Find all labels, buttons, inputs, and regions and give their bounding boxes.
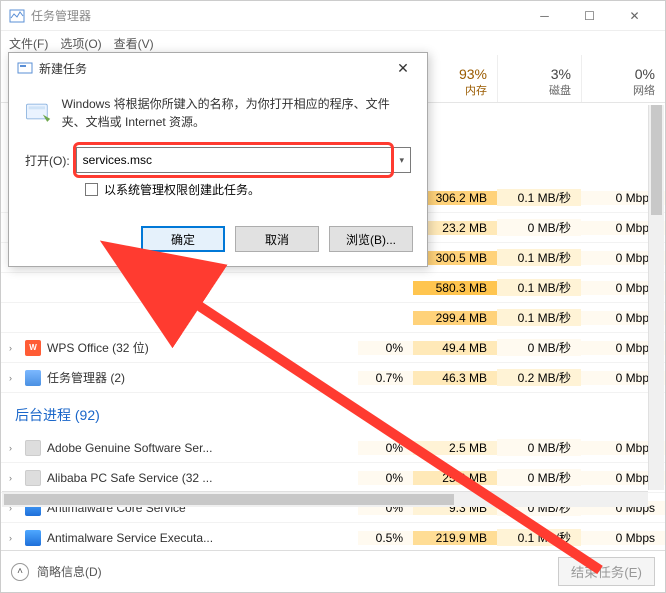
process-name: 任务管理器 (2) <box>47 369 125 386</box>
mem-cell: 219.9 MB <box>413 531 497 545</box>
scrollbar-thumb[interactable] <box>4 494 454 505</box>
open-label: 打开(O): <box>25 152 70 169</box>
memory-label: 内存 <box>465 82 487 98</box>
dialog-title: 新建任务 <box>39 60 387 77</box>
process-name-cell: › 任务管理器 (2) <box>1 369 358 386</box>
process-row[interactable]: 580.3 MB0.1 MB/秒0 Mbps <box>1 273 665 303</box>
app-icon <box>25 530 41 546</box>
process-name: WPS Office (32 位) <box>47 339 149 356</box>
mem-cell: 46.3 MB <box>413 371 497 385</box>
scrollbar-thumb[interactable] <box>651 105 662 215</box>
network-label: 网络 <box>633 82 655 98</box>
process-name-cell: › Antimalware Service Executa... <box>1 530 358 546</box>
dialog-description-row: Windows 将根据你所键入的名称，为你打开相应的程序、文件夹、文档或 Int… <box>25 95 411 131</box>
mem-cell: 2.5 MB <box>413 441 497 455</box>
disk-cell: 0.1 MB/秒 <box>497 249 581 266</box>
app-icon <box>25 470 41 486</box>
app-icon <box>25 440 41 456</box>
dialog-titlebar: 新建任务 ✕ <box>9 53 427 83</box>
open-row: 打开(O): services.msc ▾ <box>25 147 411 173</box>
memory-percent: 93% <box>459 66 487 82</box>
process-row[interactable]: 299.4 MB0.1 MB/秒0 Mbps <box>1 303 665 333</box>
process-row[interactable]: ›WWPS Office (32 位)0%49.4 MB0 MB/秒0 Mbps <box>1 333 665 363</box>
disk-cell: 0.1 MB/秒 <box>497 189 581 206</box>
expand-icon[interactable]: › <box>9 373 19 383</box>
expand-icon[interactable]: › <box>9 533 19 543</box>
window-buttons: ─ ☐ ✕ <box>522 1 657 30</box>
process-name-cell: › Adobe Genuine Software Ser... <box>1 440 358 456</box>
window-title: 任务管理器 <box>31 7 522 24</box>
admin-row: 以系统管理权限创建此任务。 <box>25 181 411 198</box>
cpu-cell: 0.7% <box>358 371 413 385</box>
chevron-up-icon: ˄ <box>11 563 29 581</box>
process-row[interactable]: › Adobe Genuine Software Ser... 0%2.5 MB0 … <box>1 433 665 463</box>
disk-cell: 0 MB/秒 <box>497 219 581 236</box>
close-button[interactable]: ✕ <box>612 1 657 30</box>
process-name: Adobe Genuine Software Ser... <box>47 441 212 455</box>
run-icon <box>17 60 33 76</box>
brief-info-label: 简略信息(D) <box>37 563 102 580</box>
menu-file[interactable]: 文件(F) <box>9 35 48 52</box>
expand-icon[interactable]: › <box>9 343 19 353</box>
net-cell: 0 Mbps <box>581 531 665 545</box>
group-background[interactable]: 后台进程 (92) <box>1 393 665 433</box>
titlebar: 任务管理器 ─ ☐ ✕ <box>1 1 665 31</box>
open-value: services.msc <box>83 153 400 167</box>
end-task-button[interactable]: 结束任务(E) <box>558 557 655 586</box>
disk-cell: 0.1 MB/秒 <box>497 529 581 546</box>
disk-cell: 0.1 MB/秒 <box>497 309 581 326</box>
dialog-description: Windows 将根据你所键入的名称，为你打开相应的程序、文件夹、文档或 Int… <box>62 95 411 131</box>
process-name: Antimalware Service Executa... <box>47 531 213 545</box>
run-program-icon <box>25 95 52 131</box>
cpu-cell: 0% <box>358 441 413 455</box>
process-row[interactable]: ›任务管理器 (2)0.7%46.3 MB0.2 MB/秒0 Mbps <box>1 363 665 393</box>
disk-percent: 3% <box>551 66 571 82</box>
cancel-button[interactable]: 取消 <box>235 226 319 252</box>
dialog-close-button[interactable]: ✕ <box>387 60 419 77</box>
menu-view[interactable]: 查看(V) <box>114 35 154 52</box>
network-percent: 0% <box>635 66 655 82</box>
column-network[interactable]: 0% 网络 <box>581 55 665 102</box>
browse-button[interactable]: 浏览(B)... <box>329 226 413 252</box>
column-disk[interactable]: 3% 磁盘 <box>497 55 581 102</box>
mem-cell: 25.0 MB <box>413 471 497 485</box>
task-manager-icon <box>9 8 25 24</box>
minimize-button[interactable]: ─ <box>522 1 567 30</box>
dialog-buttons: 确定 取消 浏览(B)... <box>9 216 427 266</box>
disk-cell: 0.2 MB/秒 <box>497 369 581 386</box>
run-dialog: 新建任务 ✕ Windows 将根据你所键入的名称，为你打开相应的程序、文件夹、… <box>8 52 428 267</box>
footer: ˄ 简略信息(D) 结束任务(E) <box>1 550 665 592</box>
admin-checkbox[interactable] <box>85 183 98 196</box>
process-row[interactable]: › Antimalware Service Executa... 0.5%219.9… <box>1 523 665 550</box>
expand-icon[interactable]: › <box>9 473 19 483</box>
open-combobox[interactable]: services.msc ▾ <box>76 147 411 173</box>
chevron-down-icon[interactable]: ▾ <box>399 155 404 166</box>
expand-icon[interactable]: › <box>9 443 19 453</box>
disk-label: 磁盘 <box>549 82 571 98</box>
maximize-button[interactable]: ☐ <box>567 1 612 30</box>
vertical-scrollbar[interactable] <box>648 105 664 490</box>
disk-cell: 0 MB/秒 <box>497 339 581 356</box>
disk-cell: 0 MB/秒 <box>497 439 581 456</box>
admin-label: 以系统管理权限创建此任务。 <box>104 181 260 198</box>
app-icon <box>25 370 41 386</box>
mem-cell: 299.4 MB <box>413 311 497 325</box>
disk-cell: 0.1 MB/秒 <box>497 279 581 296</box>
process-name: Alibaba PC Safe Service (32 ... <box>47 471 212 485</box>
horizontal-scrollbar[interactable] <box>2 491 648 507</box>
mem-cell: 580.3 MB <box>413 281 497 295</box>
cpu-cell: 0% <box>358 471 413 485</box>
app-icon: W <box>25 340 41 356</box>
disk-cell: 0 MB/秒 <box>497 469 581 486</box>
menu-options[interactable]: 选项(O) <box>60 35 101 52</box>
brief-info-toggle[interactable]: ˄ 简略信息(D) <box>11 563 102 581</box>
dialog-body: Windows 将根据你所键入的名称，为你打开相应的程序、文件夹、文档或 Int… <box>9 83 427 216</box>
ok-button[interactable]: 确定 <box>141 226 225 252</box>
process-name-cell: › Alibaba PC Safe Service (32 ... <box>1 470 358 486</box>
process-name-cell: › W WPS Office (32 位) <box>1 339 358 356</box>
mem-cell: 49.4 MB <box>413 341 497 355</box>
cpu-cell: 0% <box>358 341 413 355</box>
cpu-cell: 0.5% <box>358 531 413 545</box>
process-row[interactable]: › Alibaba PC Safe Service (32 ... 0%25.0 M… <box>1 463 665 493</box>
